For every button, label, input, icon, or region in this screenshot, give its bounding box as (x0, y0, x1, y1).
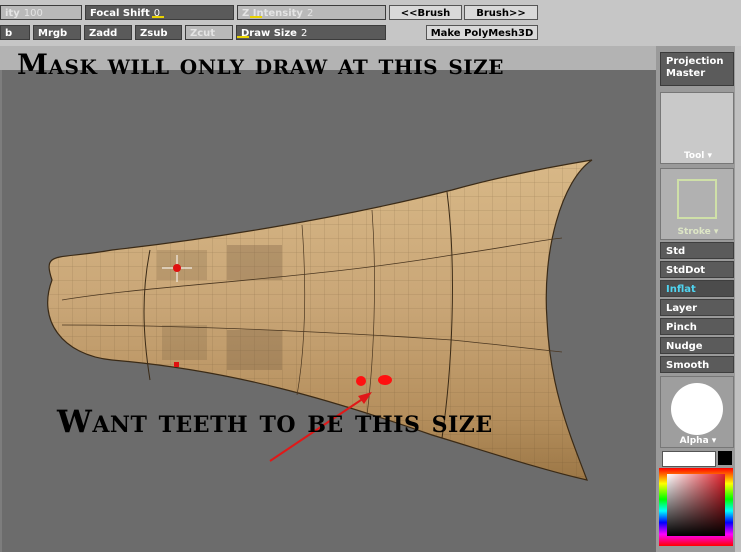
alpha-preview (671, 383, 723, 435)
draw-size-label: Draw Size (241, 28, 297, 39)
tooth-mark-right (378, 375, 392, 385)
draw-size-value: 2 (300, 28, 308, 39)
tool-label: Tool ▾ (683, 151, 713, 161)
next-brush-button[interactable]: Brush>> (464, 5, 538, 20)
mask-shading (162, 325, 207, 360)
mask-shading (227, 245, 282, 280)
focal-shift-indicator (152, 16, 164, 18)
focal-shift-label: Focal Shift (90, 8, 150, 19)
primary-color-swatch[interactable] (718, 451, 732, 465)
brush-pinch[interactable]: Pinch (660, 318, 734, 335)
small-mask-dot (174, 362, 179, 367)
z-intensity-indicator (250, 16, 262, 18)
right-edge-strip (735, 46, 741, 552)
mask-shading (227, 330, 282, 370)
draw-size-slider[interactable]: Draw Size 2 (236, 25, 386, 40)
brush-smooth[interactable]: Smooth (660, 356, 734, 373)
brush-inflat[interactable]: Inflat (660, 280, 734, 297)
secondary-color-swatch[interactable] (662, 451, 716, 467)
mrgb-button[interactable]: Mrgb (33, 25, 81, 40)
top-toolbar: ity 100 Focal Shift 0 Z Intensity 2 <<Brush… (0, 0, 741, 47)
mesh-viewport[interactable] (2, 70, 642, 552)
caption-teeth-size: Want teeth to be this size (57, 404, 493, 440)
rgb-intensity-value: 100 (23, 8, 43, 19)
draw-size-indicator (237, 36, 249, 38)
document-canvas[interactable] (0, 70, 642, 552)
focal-shift-slider[interactable]: Focal Shift 0 (85, 5, 234, 20)
mask-shading (157, 250, 207, 280)
zsub-button[interactable]: Zsub (135, 25, 182, 40)
zcut-button[interactable]: Zcut (185, 25, 233, 40)
alpha-thumbnail[interactable]: Alpha ▾ (660, 376, 734, 448)
prev-brush-button[interactable]: <<Brush (389, 5, 462, 20)
brush-std[interactable]: Std (660, 242, 734, 259)
brush-stddot[interactable]: StdDot (660, 261, 734, 278)
make-polymesh3d-button[interactable]: Make PolyMesh3D (426, 25, 538, 40)
brush-nudge[interactable]: Nudge (660, 337, 734, 354)
tooth-mark-left (356, 376, 366, 386)
color-picker[interactable] (659, 468, 733, 546)
rgb-intensity-slider[interactable]: ity 100 (0, 5, 82, 20)
saturation-square (667, 474, 725, 536)
stroke-icon (677, 179, 717, 219)
rgb-button[interactable]: b (0, 25, 30, 40)
z-intensity-slider[interactable]: Z Intensity 2 (237, 5, 386, 20)
projection-master-button[interactable]: Projection Master (660, 52, 734, 86)
alpha-label: Alpha ▾ (679, 436, 717, 446)
zadd-button[interactable]: Zadd (84, 25, 132, 40)
tool-thumbnail[interactable]: Tool ▾ (660, 92, 734, 164)
z-intensity-value: 2 (306, 8, 314, 19)
right-tool-panel: Projection Master Tool ▾ Stroke ▾ Std St… (656, 46, 741, 552)
rgb-intensity-label: ity (5, 8, 20, 19)
stroke-thumbnail[interactable]: Stroke ▾ (660, 168, 734, 240)
stroke-label: Stroke ▾ (677, 227, 719, 237)
caption-mask-size: Mask will only draw at this size (17, 48, 505, 81)
brush-layer[interactable]: Layer (660, 299, 734, 316)
